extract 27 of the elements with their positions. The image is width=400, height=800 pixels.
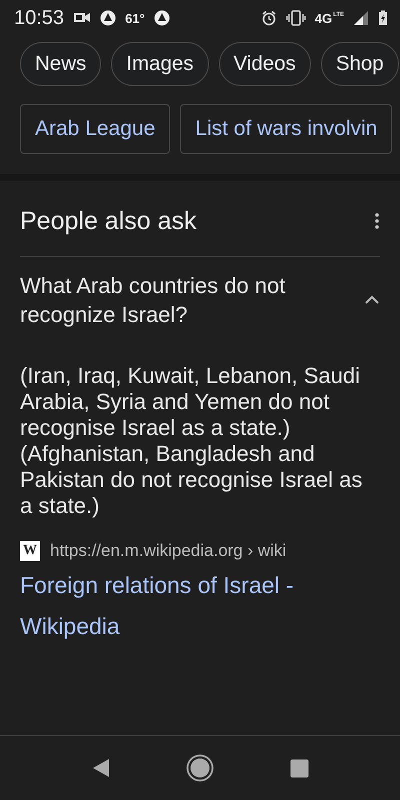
- alarm-icon: [260, 10, 277, 26]
- site-favicon: W: [20, 541, 40, 561]
- section-title: People also ask: [20, 206, 197, 236]
- filter-chip[interactable]: News: [20, 42, 102, 86]
- app-icon: [154, 10, 170, 26]
- app-icon: [100, 10, 116, 26]
- more-options-icon[interactable]: [374, 212, 380, 230]
- related-search[interactable]: Arab League: [20, 104, 170, 154]
- result-link[interactable]: Foreign relations of Israel - Wikipedia: [20, 565, 380, 647]
- signal-icon: [353, 10, 369, 26]
- source-url: https://en.m.wikipedia.org › wiki: [50, 541, 286, 561]
- temperature: 61°: [125, 10, 145, 26]
- recents-icon[interactable]: [290, 758, 308, 778]
- filter-chip[interactable]: Images: [111, 42, 208, 86]
- filter-chip[interactable]: Shop: [320, 42, 399, 86]
- video-message-icon: [73, 11, 92, 25]
- filter-chip[interactable]: Videos: [218, 42, 311, 86]
- battery-charging-icon: [378, 10, 388, 26]
- chevron-up-icon: [364, 295, 380, 305]
- related-search[interactable]: List of wars involvin: [180, 104, 392, 154]
- clock-time: 10:53: [14, 6, 64, 30]
- back-icon[interactable]: [92, 758, 110, 778]
- answer-text: (Iran, Iraq, Kuwait, Lebanon, Saudi Arabia, Syria and Yemen do not recognise Israel as a state.) (Afghanistan, Bangladesh and Pakistan do not recognise Israel as a state.): [20, 363, 364, 519]
- question-text: What Arab countries do not recognize Israel?: [20, 272, 286, 329]
- question-toggle[interactable]: What Arab countries do not recognize Israel?: [20, 257, 380, 343]
- home-icon[interactable]: [186, 754, 214, 782]
- vibrate-icon: [286, 10, 306, 26]
